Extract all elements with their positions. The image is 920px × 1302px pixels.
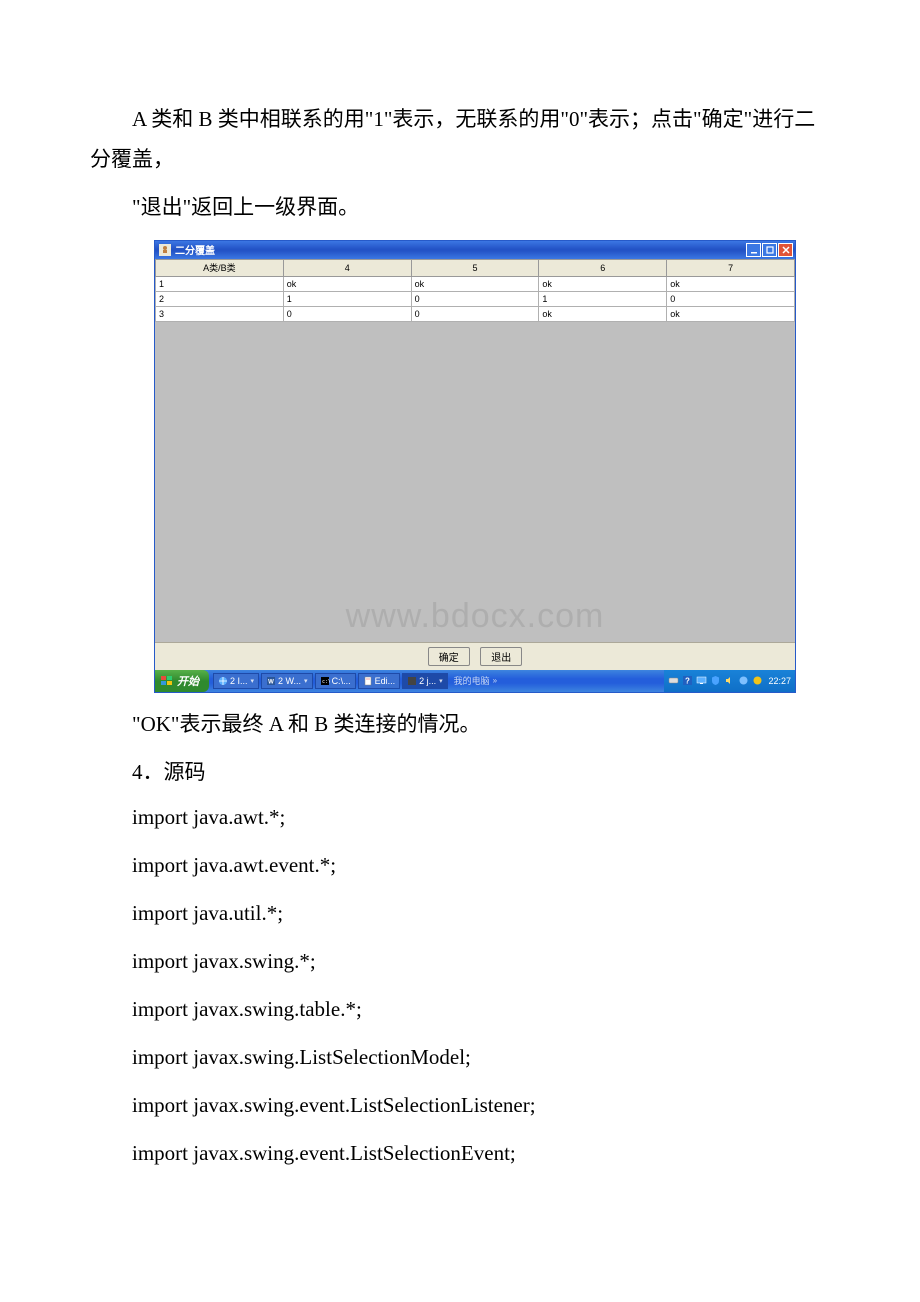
exit-button[interactable]: 退出	[480, 647, 522, 666]
paragraph-3: "OK"表示最终 A 和 B 类连接的情况。	[90, 705, 830, 745]
table-row[interactable]: 2 1 0 1 0	[156, 291, 795, 306]
cell[interactable]: 0	[667, 291, 795, 306]
cell[interactable]: ok	[539, 276, 667, 291]
cell[interactable]: ok	[667, 276, 795, 291]
minimize-button[interactable]	[746, 243, 761, 257]
table-row[interactable]: 1 ok ok ok ok	[156, 276, 795, 291]
task-label: 2 W...	[278, 676, 301, 686]
cell[interactable]: ok	[539, 306, 667, 321]
watermark: www.bdocx.com	[155, 597, 795, 636]
svg-text:c:\: c:\	[322, 679, 330, 685]
start-label: 开始	[177, 673, 199, 689]
window-title: 二分覆盖	[175, 242, 746, 257]
app-icon	[159, 244, 171, 256]
cell[interactable]: 1	[539, 291, 667, 306]
paragraph-2: "退出"返回上一级界面。	[90, 188, 830, 228]
monitor-icon[interactable]	[696, 675, 707, 686]
cell[interactable]: 3	[156, 306, 284, 321]
cell[interactable]: ok	[667, 306, 795, 321]
clock[interactable]: 22:27	[768, 676, 791, 686]
col-header[interactable]: 5	[411, 259, 539, 276]
windows-flag-icon	[161, 676, 173, 686]
code-line: import javax.swing.event.ListSelectionEv…	[90, 1134, 830, 1174]
notepad-icon	[363, 676, 373, 686]
help-icon[interactable]: ?	[682, 675, 693, 686]
task-label: Edi...	[375, 676, 396, 686]
col-header[interactable]: 6	[539, 259, 667, 276]
ok-button[interactable]: 确定	[428, 647, 470, 666]
table-area: A类/B类 4 5 6 7 1 ok ok ok ok	[155, 259, 795, 642]
cell[interactable]: ok	[411, 276, 539, 291]
task-items: 2 I... ▾ W 2 W... ▾ c:\ C:\... Edi...	[209, 673, 664, 689]
word-icon: W	[266, 676, 276, 686]
java-icon	[407, 676, 417, 686]
code-line: import java.awt.*;	[90, 798, 830, 838]
maximize-button[interactable]	[762, 243, 777, 257]
data-table[interactable]: A类/B类 4 5 6 7 1 ok ok ok ok	[155, 259, 795, 322]
code-line: import javax.swing.ListSelectionModel;	[90, 1038, 830, 1078]
code-line: import javax.swing.table.*;	[90, 990, 830, 1030]
browser-icon	[218, 676, 228, 686]
titlebar: 二分覆盖	[155, 241, 795, 259]
network-icon[interactable]	[738, 675, 749, 686]
col-header[interactable]: A类/B类	[156, 259, 284, 276]
start-button[interactable]: 开始	[155, 670, 209, 692]
task-label: 2 j...	[419, 676, 436, 686]
sound-icon[interactable]	[724, 675, 735, 686]
cell[interactable]: 1	[156, 276, 284, 291]
empty-grid-area: www.bdocx.com	[155, 322, 795, 642]
chevron-down-icon: ▾	[251, 677, 255, 685]
task-item[interactable]: c:\ C:\...	[315, 673, 356, 689]
code-line: import javax.swing.*;	[90, 942, 830, 982]
table-header-row: A类/B类 4 5 6 7	[156, 259, 795, 276]
paragraph-1: A 类和 B 类中相联系的用"1"表示，无联系的用"0"表示；点击"确定"进行二…	[90, 100, 830, 180]
code-line: import java.util.*;	[90, 894, 830, 934]
col-header[interactable]: 4	[283, 259, 411, 276]
chevron-down-icon: ▾	[439, 677, 443, 685]
col-header[interactable]: 7	[667, 259, 795, 276]
task-item[interactable]: 2 j... ▾	[402, 673, 448, 689]
chevron-down-icon: ▾	[304, 677, 308, 685]
chevron-right-icon: »	[493, 676, 497, 685]
svg-text:?: ?	[686, 677, 691, 686]
system-tray: ? 22:27	[664, 670, 795, 692]
task-label: C:\...	[332, 676, 351, 686]
taskbar: 开始 2 I... ▾ W 2 W... ▾ c:\ C:\...	[155, 670, 795, 692]
button-bar: 确定 退出	[155, 642, 795, 670]
cell[interactable]: 0	[411, 291, 539, 306]
cmd-icon: c:\	[320, 676, 330, 686]
cell[interactable]: 2	[156, 291, 284, 306]
keyboard-icon[interactable]	[668, 675, 679, 686]
table-row[interactable]: 3 0 0 ok ok	[156, 306, 795, 321]
section-heading: 4．源码	[90, 753, 830, 793]
task-item[interactable]: 2 I... ▾	[213, 673, 259, 689]
cell[interactable]: ok	[283, 276, 411, 291]
cell[interactable]: 0	[283, 306, 411, 321]
window-controls	[746, 243, 793, 257]
document-page: A 类和 B 类中相联系的用"1"表示，无联系的用"0"表示；点击"确定"进行二…	[0, 0, 920, 1242]
task-label: 2 I...	[230, 676, 248, 686]
tray-label[interactable]: 我的电脑	[454, 674, 490, 687]
svg-text:W: W	[268, 679, 274, 685]
code-line: import java.awt.event.*;	[90, 846, 830, 886]
status-icon[interactable]	[752, 675, 763, 686]
task-item[interactable]: W 2 W... ▾	[261, 673, 313, 689]
cell[interactable]: 0	[411, 306, 539, 321]
task-item[interactable]: Edi...	[358, 673, 401, 689]
code-line: import javax.swing.event.ListSelectionLi…	[90, 1086, 830, 1126]
cell[interactable]: 1	[283, 291, 411, 306]
app-window: 二分覆盖 A类/B类 4 5 6 7	[154, 240, 796, 693]
shield-icon[interactable]	[710, 675, 721, 686]
close-button[interactable]	[778, 243, 793, 257]
